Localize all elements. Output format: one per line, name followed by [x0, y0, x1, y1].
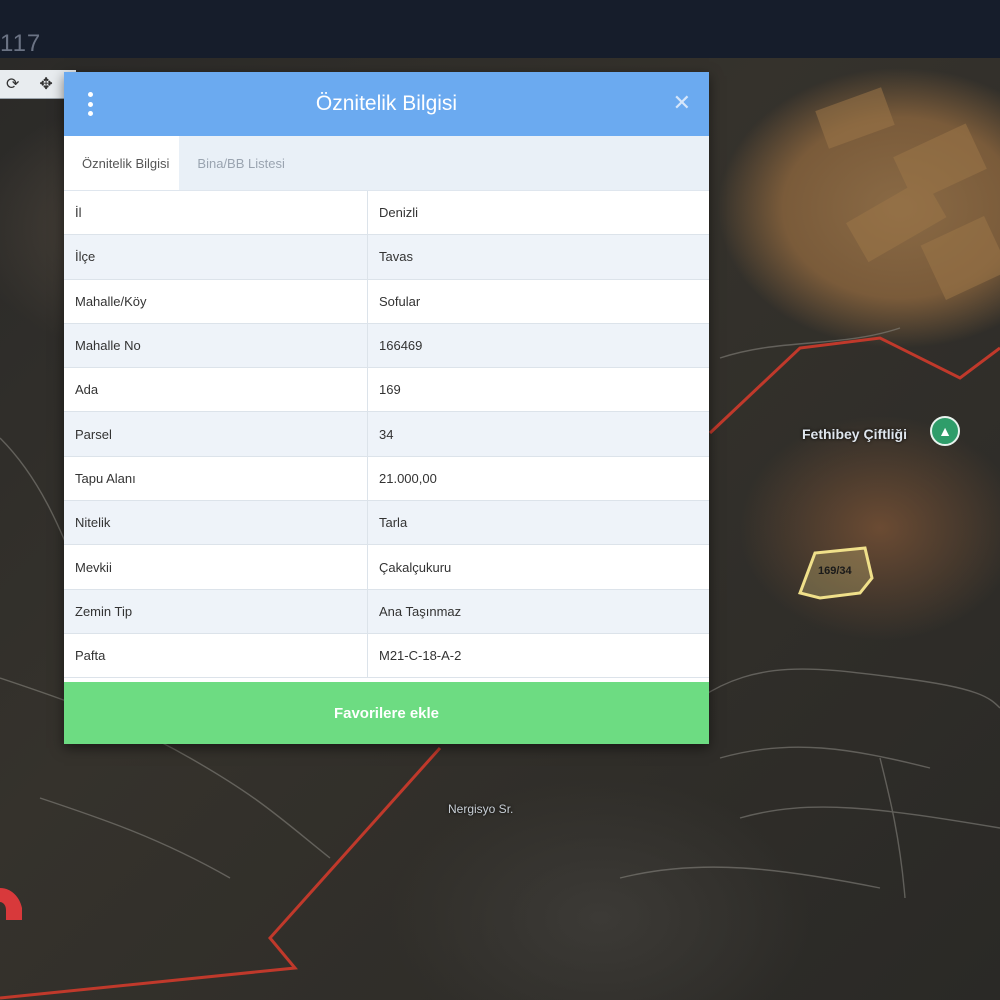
- tab-building-list[interactable]: Bina/BB Listesi: [179, 136, 296, 190]
- table-row: İl Denizli: [64, 191, 709, 236]
- row-key: Parsel: [64, 411, 368, 457]
- row-key: Mevkii: [64, 544, 368, 590]
- row-key: Zemin Tip: [64, 589, 368, 634]
- tab-attribute-info[interactable]: Öznitelik Bilgisi: [64, 136, 180, 190]
- row-key: Pafta: [64, 633, 368, 679]
- row-value: Ana Taşınmaz: [367, 589, 709, 634]
- poi-label: Fethibey Çiftliği: [802, 426, 907, 442]
- table-row: Parsel 34: [64, 411, 709, 457]
- table-row: Zemin Tip Ana Taşınmaz: [64, 589, 709, 634]
- row-value: Çakalçukuru: [367, 544, 709, 590]
- move-icon[interactable]: ✥: [39, 74, 52, 94]
- table-row: Mahalle No 166469: [64, 323, 709, 369]
- row-key: Mahalle/Köy: [64, 279, 368, 324]
- modal-title: Öznitelik Bilgisi: [315, 92, 458, 115]
- row-key: İl: [64, 191, 368, 236]
- row-value: Sofular: [367, 279, 709, 324]
- table-row: Nitelik Tarla: [64, 500, 709, 546]
- area-label: Nergisyo Sr.: [448, 802, 514, 816]
- boundary-line-north: [708, 336, 1000, 435]
- modal-header: Öznitelik Bilgisi ✕: [64, 72, 709, 136]
- table-row: Mevkii Çakalçukuru: [64, 544, 709, 590]
- row-key: Ada: [64, 367, 368, 413]
- row-key: İlçe: [64, 234, 368, 280]
- add-to-favorites-button[interactable]: Favorilere ekle: [64, 682, 709, 744]
- attribute-table: İl Denizli İlçe Tavas Mahalle/Köy Sofular M…: [64, 191, 709, 679]
- row-value: 166469: [367, 323, 709, 369]
- row-value: M21-C-18-A-2: [367, 633, 709, 679]
- table-row: Ada 169: [64, 367, 709, 413]
- park-icon[interactable]: ▲: [930, 416, 960, 446]
- row-value: Tavas: [367, 234, 709, 280]
- top-bar-number: 117: [0, 30, 42, 57]
- row-value: 34: [367, 411, 709, 457]
- row-key: Mahalle No: [64, 323, 368, 369]
- row-value: Denizli: [367, 191, 709, 236]
- row-key: Nitelik: [64, 500, 368, 546]
- top-bar: 117: [0, 0, 1000, 58]
- table-row: Pafta M21-C-18-A-2: [64, 633, 709, 679]
- menu-dots-icon[interactable]: [86, 92, 94, 116]
- close-icon[interactable]: ✕: [673, 92, 691, 114]
- row-value: 169: [367, 367, 709, 413]
- table-row: Tapu Alanı 21.000,00: [64, 456, 709, 502]
- table-row: İlçe Tavas: [64, 234, 709, 280]
- attribute-info-modal: Öznitelik Bilgisi ✕ Öznitelik Bilgisi Bi…: [64, 72, 709, 744]
- row-value: 21.000,00: [367, 456, 709, 502]
- row-value: Tarla: [367, 500, 709, 546]
- refresh-icon[interactable]: ⟳: [6, 74, 19, 94]
- location-marker-shape: [0, 888, 22, 920]
- modal-tabs: Öznitelik Bilgisi Bina/BB Listesi: [64, 136, 709, 191]
- row-key: Tapu Alanı: [64, 456, 368, 502]
- table-row: Mahalle/Köy Sofular: [64, 279, 709, 324]
- parcel-label: 169/34: [818, 565, 852, 577]
